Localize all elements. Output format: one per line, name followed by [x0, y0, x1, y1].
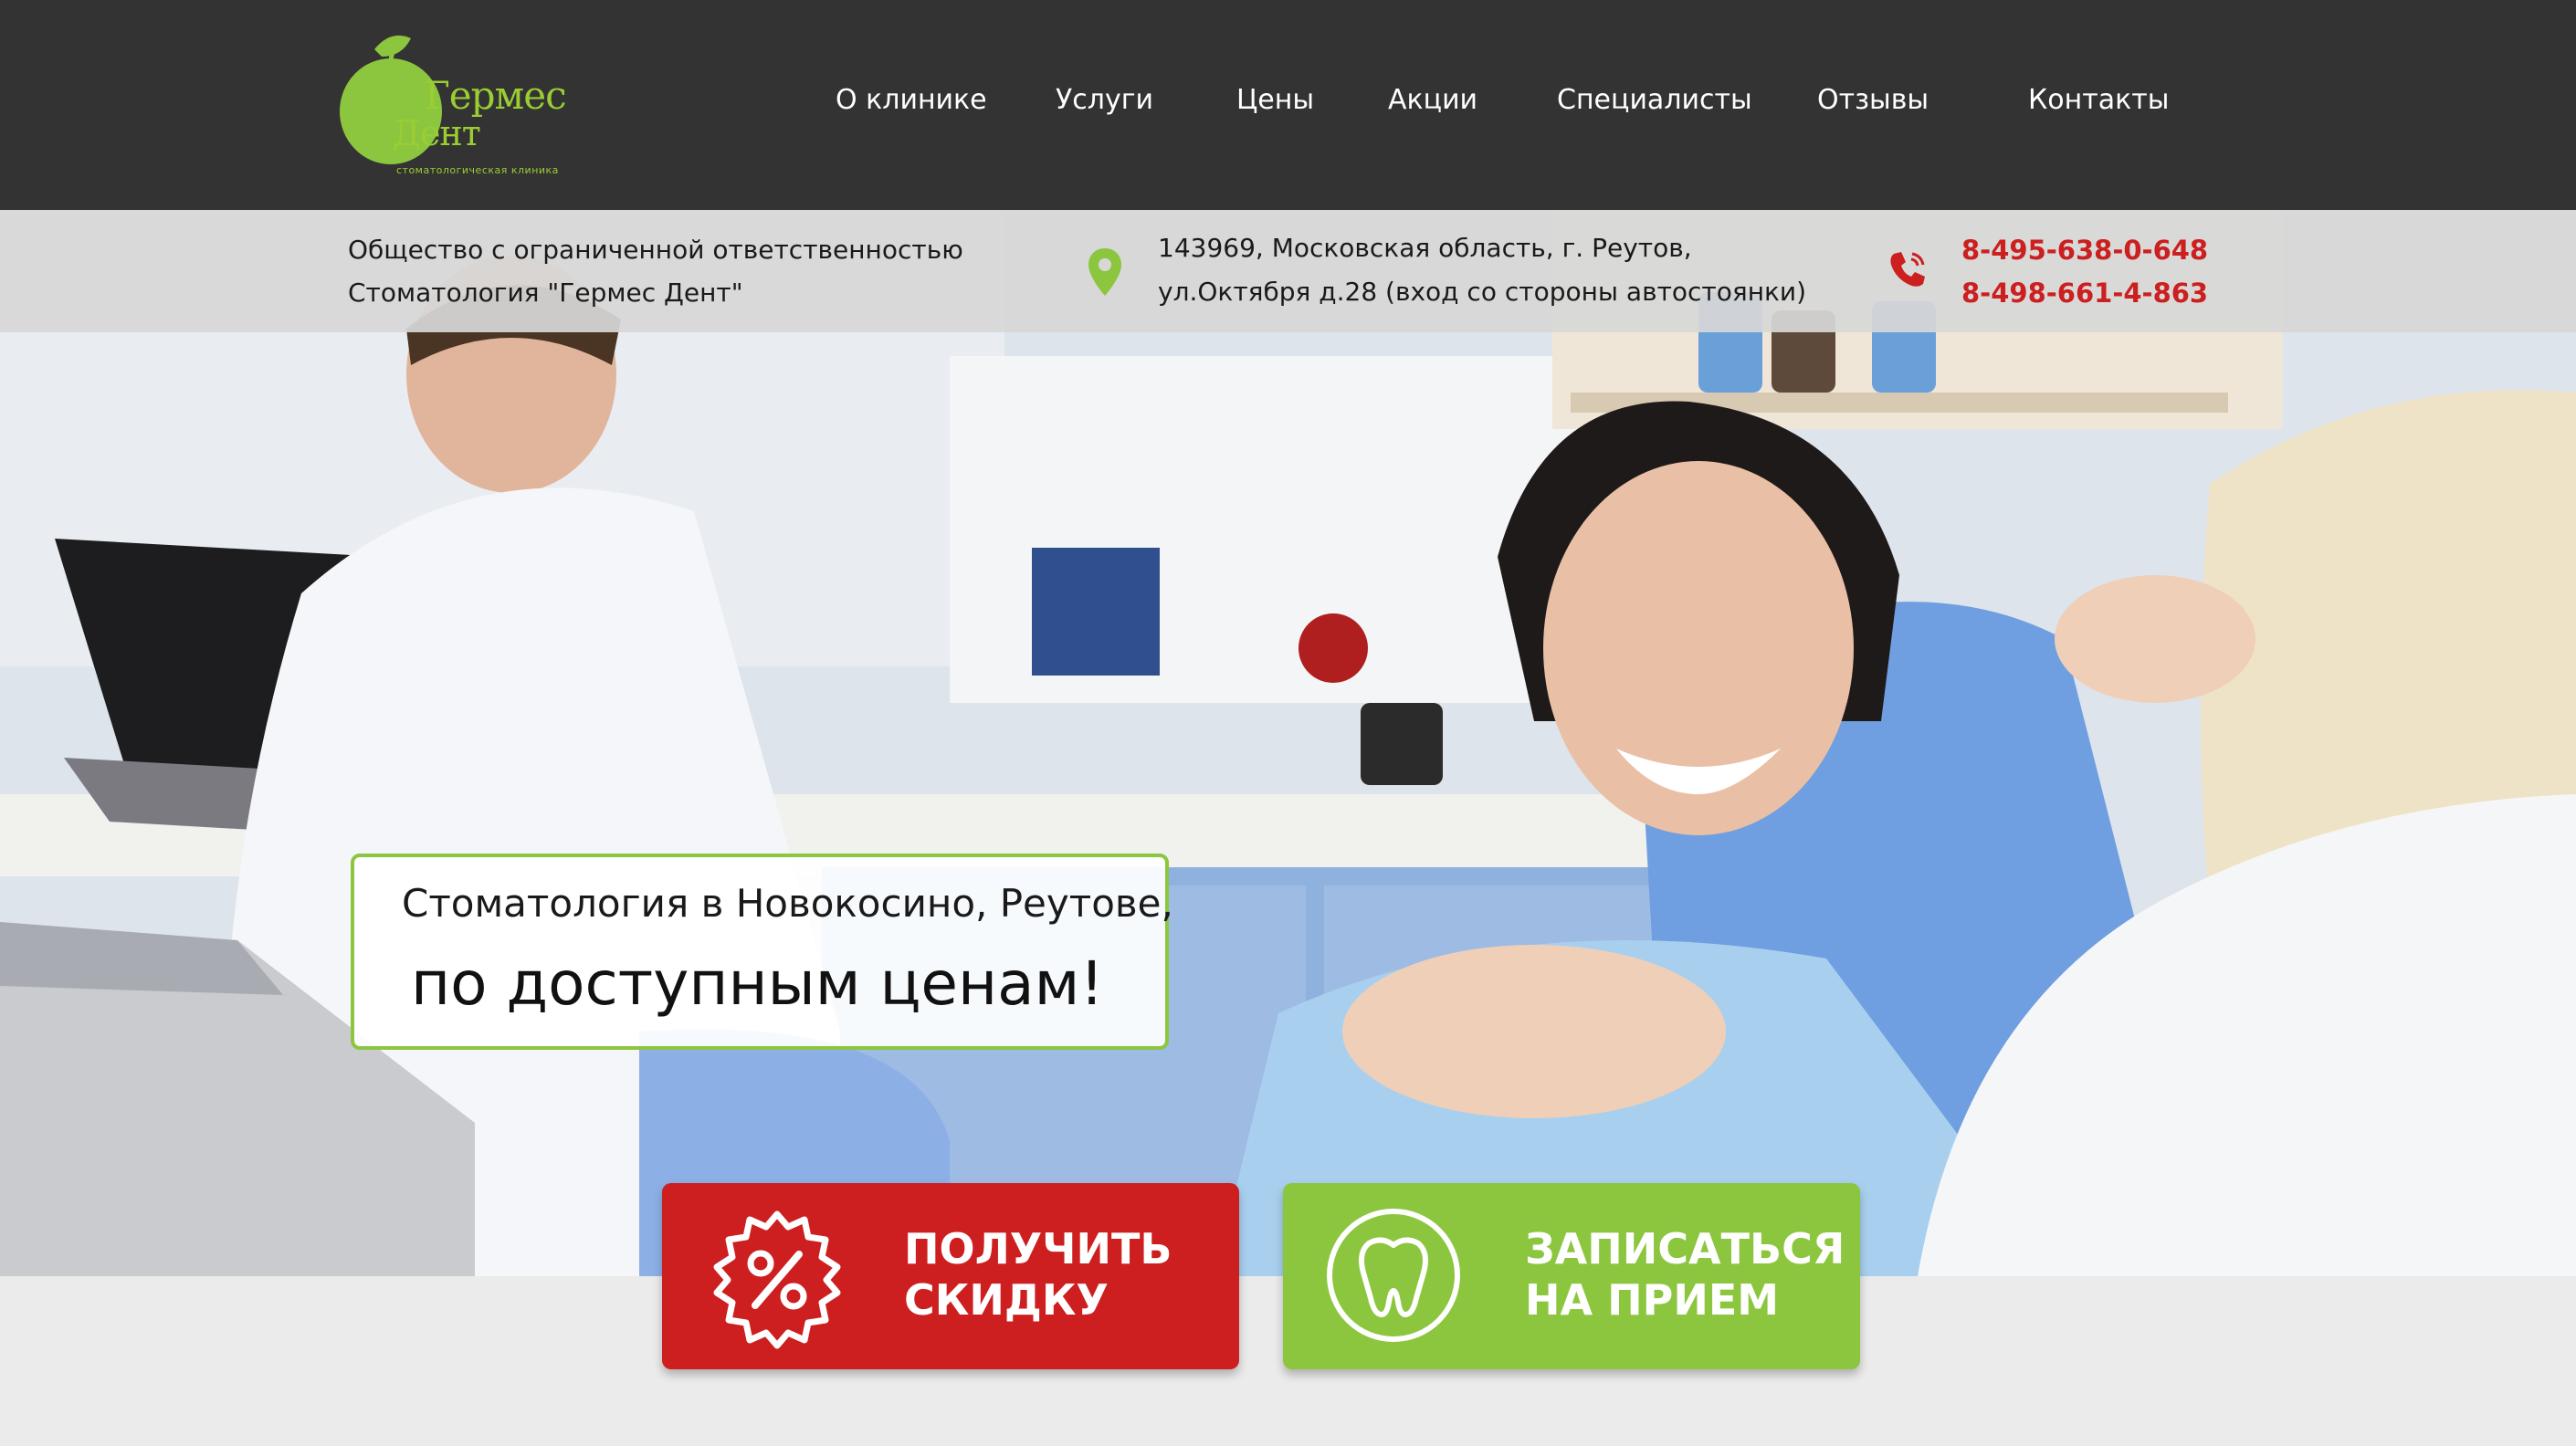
- company-name-line-2: Стоматология "Гермес Дент": [348, 278, 743, 308]
- percent-badge-icon: [704, 1207, 850, 1357]
- address-line-1: 143969, Московская область, г. Реутов,: [1158, 233, 1692, 263]
- slogan-box: Стоматология в Новокосино, Реутове, по д…: [351, 854, 1173, 1050]
- site-logo[interactable]: Гермес Дент стоматологическая клиника: [338, 29, 584, 189]
- slogan-line-2: по доступным ценам!: [411, 948, 1104, 1019]
- nav-item-contacts[interactable]: Контакты: [2028, 84, 2169, 116]
- nav-item-services[interactable]: Услуги: [1056, 84, 1153, 116]
- book-appointment-button[interactable]: ЗАПИСАТЬСЯ НА ПРИЕМ: [1283, 1183, 1860, 1369]
- book-appointment-label: ЗАПИСАТЬСЯ НА ПРИЕМ: [1525, 1224, 1845, 1325]
- nav-item-prices[interactable]: Цены: [1236, 84, 1314, 116]
- get-discount-label: ПОЛУЧИТЬ СКИДКУ: [904, 1224, 1172, 1325]
- slogan-line-1: Стоматология в Новокосино, Реутове,: [402, 881, 1173, 926]
- nav-item-specialists[interactable]: Специалисты: [1557, 84, 1752, 116]
- phone-icon: [1887, 248, 1929, 294]
- map-pin-icon: [1087, 246, 1123, 301]
- logo-subtitle: стоматологическая клиника: [396, 164, 559, 176]
- logo-line-1: Гермес: [425, 73, 567, 118]
- hero-banner: Стоматология в Новокосино, Реутове, по д…: [0, 210, 2576, 1276]
- logo-line-2: Дент: [393, 113, 481, 153]
- info-bar: Общество с ограниченной ответственностью…: [0, 210, 2576, 332]
- company-name-line-1: Общество с ограниченной ответственностью: [348, 235, 963, 265]
- phone-number-1[interactable]: 8-495-638-0-648: [1961, 228, 2208, 272]
- address-line-2: ул.Октября д.28 (вход со стороны автосто…: [1158, 277, 1807, 307]
- phone-number-2[interactable]: 8-498-661-4-863: [1961, 271, 2208, 315]
- nav-item-promotions[interactable]: Акции: [1388, 84, 1477, 116]
- nav-item-reviews[interactable]: Отзывы: [1817, 84, 1929, 116]
- nav-item-about[interactable]: О клинике: [836, 84, 987, 116]
- site-header: Гермес Дент стоматологическая клиника О …: [0, 0, 2576, 210]
- tooth-icon: [1325, 1207, 1462, 1347]
- get-discount-button[interactable]: ПОЛУЧИТЬ СКИДКУ: [662, 1183, 1239, 1369]
- hero-photo: [0, 210, 2576, 1276]
